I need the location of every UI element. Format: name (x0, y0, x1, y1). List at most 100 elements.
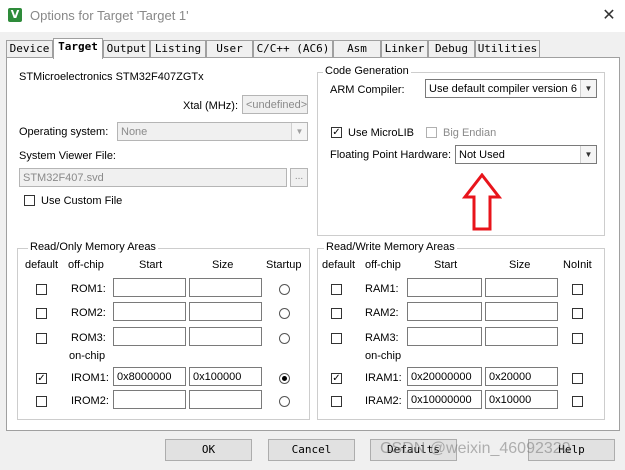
os-value: None (121, 126, 148, 138)
rw-size-field[interactable] (485, 327, 558, 346)
chevron-down-icon: ▼ (580, 80, 596, 97)
tab-asm[interactable]: Asm (333, 40, 381, 58)
rw-header-default: default (322, 259, 356, 271)
window-title: Options for Target 'Target 1' (30, 8, 189, 23)
ro-row-name: IROM2: (71, 395, 109, 407)
rw-default-checkbox[interactable] (331, 396, 342, 407)
tab-linker[interactable]: Linker (381, 40, 428, 58)
ro-startup-radio[interactable] (279, 284, 290, 295)
rw-row-name: RAM2: (365, 307, 399, 319)
ro-row-name: IROM1: (71, 372, 109, 384)
tab-device[interactable]: Device (6, 40, 53, 58)
svd-label: System Viewer File: (19, 150, 116, 162)
rw-default-checkbox[interactable] (331, 333, 342, 344)
compiler-label: ARM Compiler: (330, 84, 405, 96)
rw-memory-title: Read/Write Memory Areas (324, 241, 457, 253)
rw-row-name: IRAM1: (365, 372, 402, 384)
ro-row-name: ROM1: (71, 283, 106, 295)
rw-noinit-checkbox[interactable] (572, 396, 583, 407)
ro-default-checkbox[interactable] (36, 284, 47, 295)
ro-start-field[interactable] (113, 390, 186, 409)
app-icon: V (8, 8, 22, 22)
rw-start-field[interactable]: 0x20000000 (407, 367, 482, 386)
use-custom-file-checkbox[interactable] (24, 195, 35, 206)
ro-memory-title: Read/Only Memory Areas (28, 241, 158, 253)
ro-header-offchip: off-chip (68, 259, 104, 271)
rw-default-checkbox[interactable] (331, 308, 342, 319)
tab-debug[interactable]: Debug (428, 40, 475, 58)
ro-header-startup: Startup (266, 259, 302, 271)
microlib-label: Use MicroLIB (348, 127, 415, 139)
ro-row-name: ROM2: (71, 307, 106, 319)
fph-label: Floating Point Hardware: (330, 149, 452, 161)
ro-size-field[interactable]: 0x100000 (189, 367, 262, 386)
device-name: STMicroelectronics STM32F407ZGTx (19, 71, 204, 83)
use-custom-file-label: Use Custom File (41, 195, 123, 207)
rw-start-field[interactable] (407, 327, 482, 346)
ro-size-field[interactable] (189, 278, 262, 297)
rw-size-field[interactable] (485, 302, 558, 321)
big-endian-checkbox[interactable] (426, 127, 437, 138)
fph-value: Not Used (459, 149, 505, 161)
rw-size-field[interactable] (485, 278, 558, 297)
red-up-arrow-icon (462, 173, 502, 231)
rw-noinit-checkbox[interactable] (572, 284, 583, 295)
ro-start-field[interactable]: 0x8000000 (113, 367, 186, 386)
close-icon[interactable]: ✕ (598, 4, 620, 26)
ro-default-checkbox[interactable] (36, 333, 47, 344)
rw-size-field[interactable]: 0x20000 (485, 367, 558, 386)
ro-start-field[interactable] (113, 278, 186, 297)
big-endian-label: Big Endian (443, 127, 497, 139)
rw-start-field[interactable]: 0x10000000 (407, 390, 482, 409)
svd-field[interactable]: STM32F407.svd (19, 168, 287, 187)
os-select[interactable]: None ▼ (117, 122, 308, 141)
ro-header-start: Start (139, 259, 163, 271)
rw-start-field[interactable] (407, 278, 482, 297)
ro-default-checkbox[interactable]: ✓ (36, 373, 47, 384)
rw-noinit-checkbox[interactable] (572, 333, 583, 344)
rw-default-checkbox[interactable] (331, 284, 342, 295)
tab-user[interactable]: User (206, 40, 253, 58)
svd-browse-button[interactable]: ... (290, 168, 308, 187)
ok-button[interactable]: OK (165, 439, 252, 461)
tab-target[interactable]: Target (53, 38, 103, 59)
ro-startup-radio[interactable] (279, 333, 290, 344)
rw-start-field[interactable] (407, 302, 482, 321)
tab-listing[interactable]: Listing (150, 40, 206, 58)
ro-size-field[interactable] (189, 302, 262, 321)
ro-startup-radio[interactable] (279, 308, 290, 319)
rw-row-name: RAM3: (365, 332, 399, 344)
ro-start-field[interactable] (113, 302, 186, 321)
xtal-label: Xtal (MHz): (183, 100, 238, 112)
rw-onchip-label: on-chip (365, 350, 402, 362)
rw-noinit-checkbox[interactable] (572, 373, 583, 384)
ro-header-default: default (25, 259, 59, 271)
ro-size-field[interactable] (189, 390, 262, 409)
ro-start-field[interactable] (113, 327, 186, 346)
ro-default-checkbox[interactable] (36, 396, 47, 407)
watermark: CSDN @weixin_46092320 (380, 440, 571, 457)
ro-row-name: ROM3: (71, 332, 106, 344)
cancel-button[interactable]: Cancel (268, 439, 355, 461)
tab-c-cpp[interactable]: C/C++ (AC6) (253, 40, 333, 58)
rw-header-start: Start (434, 259, 458, 271)
microlib-checkbox[interactable]: ✓ (331, 127, 342, 138)
rw-row-name: RAM1: (365, 283, 399, 295)
tab-output[interactable]: Output (103, 40, 150, 58)
compiler-select[interactable]: Use default compiler version 6 ▼ (425, 79, 597, 98)
rw-size-field[interactable]: 0x10000 (485, 390, 558, 409)
fph-select[interactable]: Not Used ▼ (455, 145, 597, 164)
rw-default-checkbox[interactable]: ✓ (331, 373, 342, 384)
chevron-down-icon: ▼ (291, 123, 307, 140)
ro-header-size: Size (212, 259, 234, 271)
tab-utilities[interactable]: Utilities (475, 40, 540, 58)
ro-startup-radio[interactable] (279, 396, 290, 407)
rw-noinit-checkbox[interactable] (572, 308, 583, 319)
ro-size-field[interactable] (189, 327, 262, 346)
ro-startup-radio[interactable] (279, 373, 290, 384)
os-label: Operating system: (19, 126, 109, 138)
xtal-field[interactable]: <undefined> (242, 95, 308, 114)
chevron-down-icon: ▼ (580, 146, 596, 163)
ro-default-checkbox[interactable] (36, 308, 47, 319)
compiler-value: Use default compiler version 6 (429, 83, 577, 95)
